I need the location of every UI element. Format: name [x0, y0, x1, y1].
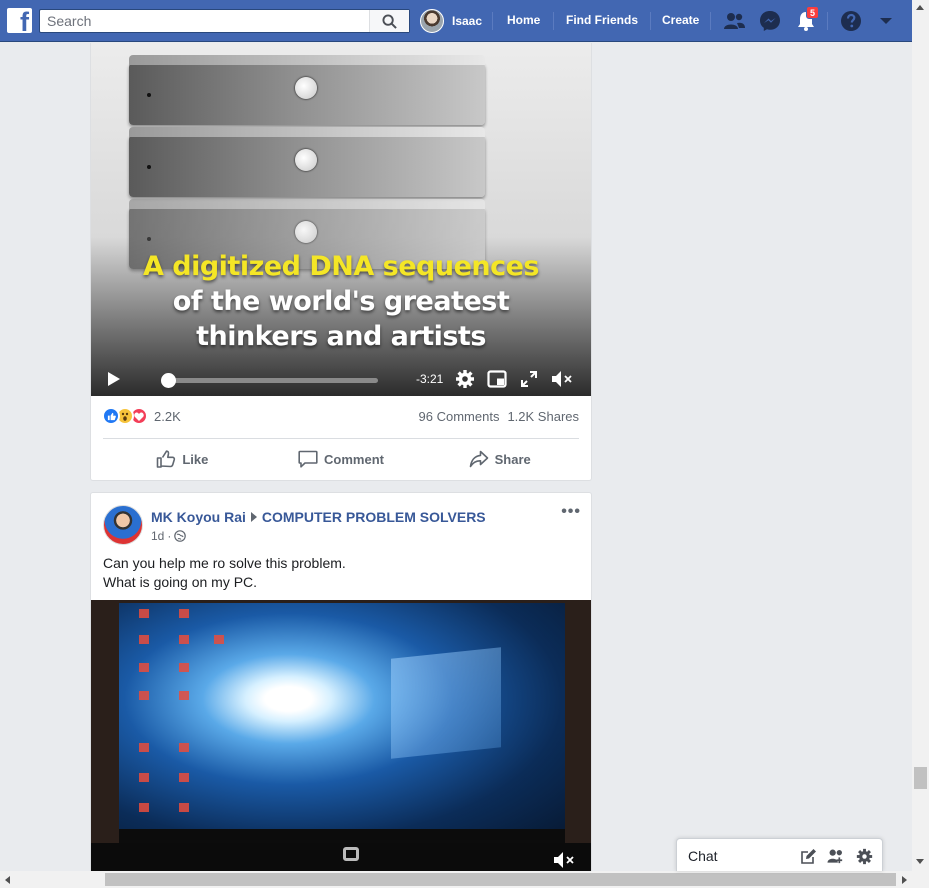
scroll-right-arrow-icon[interactable]	[902, 876, 907, 884]
nav-divider	[650, 12, 651, 30]
nav-find-friends-link[interactable]: Find Friends	[566, 13, 638, 27]
scroll-down-arrow-icon[interactable]	[916, 859, 924, 864]
notifications-badge: 5	[806, 6, 819, 19]
friend-requests-icon[interactable]	[722, 9, 746, 33]
reactions-summary[interactable]: 2.2K	[102, 407, 181, 425]
search-button[interactable]	[369, 10, 409, 32]
like-button[interactable]: Like	[103, 440, 262, 478]
search-input[interactable]	[40, 10, 370, 32]
windows-logo-icon	[391, 647, 501, 759]
photo-taskbar	[119, 829, 565, 843]
chat-bar[interactable]: Chat	[676, 838, 883, 871]
search-box	[39, 9, 410, 33]
post-text: Can you help me ro solve this problem. W…	[103, 554, 346, 592]
scroll-up-arrow-icon[interactable]	[916, 5, 924, 10]
post-header: MK Koyou Rai COMPUTER PROBLEM SOLVERS	[151, 509, 486, 525]
thumbs-up-icon	[157, 450, 176, 468]
chat-settings-gear-icon[interactable]	[855, 847, 873, 865]
public-globe-icon[interactable]	[174, 530, 187, 542]
video-caption-line: thinkers and artists	[196, 321, 486, 352]
photo-monitor-screen	[119, 603, 565, 843]
group-name-link[interactable]: COMPUTER PROBLEM SOLVERS	[262, 509, 486, 525]
nav-divider	[492, 12, 493, 30]
post-stats: 96 Comments 1.2K Shares	[419, 409, 579, 424]
feed-post-video: A digitized DNA sequences of the world's…	[90, 43, 592, 481]
post-actions: Like Comment Share	[103, 440, 579, 478]
new-message-icon[interactable]	[799, 847, 817, 865]
comments-count-link[interactable]: 96 Comments	[419, 409, 500, 424]
post-options-more-icon[interactable]: •••	[561, 503, 581, 521]
right-arrow-icon	[250, 512, 257, 522]
video-controls: -3:21	[91, 361, 591, 396]
mute-speaker-icon[interactable]	[551, 368, 573, 390]
nav-divider	[710, 12, 711, 30]
top-navigation-bar: f Isaac Home Find Friends Create 5	[0, 0, 912, 42]
settings-gear-icon[interactable]	[454, 368, 476, 390]
video-caption-line: of the world's greatest	[172, 286, 510, 317]
nav-divider	[827, 12, 828, 30]
avatar	[420, 9, 444, 33]
divider	[103, 438, 579, 439]
play-icon[interactable]	[103, 368, 125, 390]
reactions-count: 2.2K	[154, 408, 181, 424]
shares-count-link[interactable]: 1.2K Shares	[507, 409, 579, 424]
author-avatar[interactable]	[103, 505, 143, 545]
horizontal-scrollbar-thumb[interactable]	[105, 873, 896, 886]
feed-post-group: MK Koyou Rai COMPUTER PROBLEM SOLVERS 1d…	[90, 492, 592, 882]
post-meta: 1d ·	[151, 529, 187, 543]
post-text-line: What is going on my PC.	[103, 574, 258, 590]
video-frame-drive	[129, 127, 485, 197]
video-caption-line: A digitized DNA sequences	[142, 251, 540, 282]
video-frame-drive	[129, 55, 485, 125]
author-name-link[interactable]: MK Koyou Rai	[151, 509, 246, 525]
nav-create-link[interactable]: Create	[662, 13, 699, 27]
nav-divider	[553, 12, 554, 30]
scroll-left-arrow-icon[interactable]	[5, 876, 10, 884]
create-group-icon[interactable]	[827, 847, 845, 865]
comment-label: Comment	[324, 451, 384, 467]
picture-in-picture-icon[interactable]	[486, 368, 508, 390]
video-progress-bar[interactable]	[161, 373, 378, 388]
fullscreen-icon[interactable]	[518, 368, 540, 390]
post-timestamp-link[interactable]: 1d	[151, 529, 164, 543]
post-photo[interactable]	[91, 600, 591, 882]
profile-link[interactable]: Isaac	[420, 9, 482, 33]
like-reaction-icon	[102, 407, 120, 425]
messenger-icon[interactable]	[758, 9, 782, 33]
like-label: Like	[182, 451, 209, 467]
share-label: Share	[494, 451, 531, 467]
vertical-scrollbar-thumb[interactable]	[914, 767, 927, 789]
chat-label: Chat	[688, 848, 718, 864]
comment-bubble-icon	[298, 450, 318, 468]
comment-button[interactable]: Comment	[262, 440, 421, 478]
video-time-remaining: -3:21	[416, 372, 444, 386]
help-icon[interactable]	[839, 9, 863, 33]
notifications-icon[interactable]: 5	[794, 6, 819, 33]
facebook-logo-icon[interactable]: f	[7, 8, 32, 33]
profile-name: Isaac	[452, 14, 483, 28]
video-player[interactable]: A digitized DNA sequences of the world's…	[91, 43, 591, 396]
vertical-scrollbar[interactable]	[912, 0, 929, 871]
account-menu-caret-icon[interactable]	[874, 9, 898, 33]
nav-home-link[interactable]: Home	[507, 13, 540, 27]
post-text-line: Can you help me ro solve this problem.	[103, 555, 346, 571]
search-icon	[382, 13, 397, 29]
share-button[interactable]: Share	[420, 440, 579, 478]
mute-speaker-icon[interactable]	[553, 851, 575, 869]
share-arrow-icon	[469, 450, 488, 468]
